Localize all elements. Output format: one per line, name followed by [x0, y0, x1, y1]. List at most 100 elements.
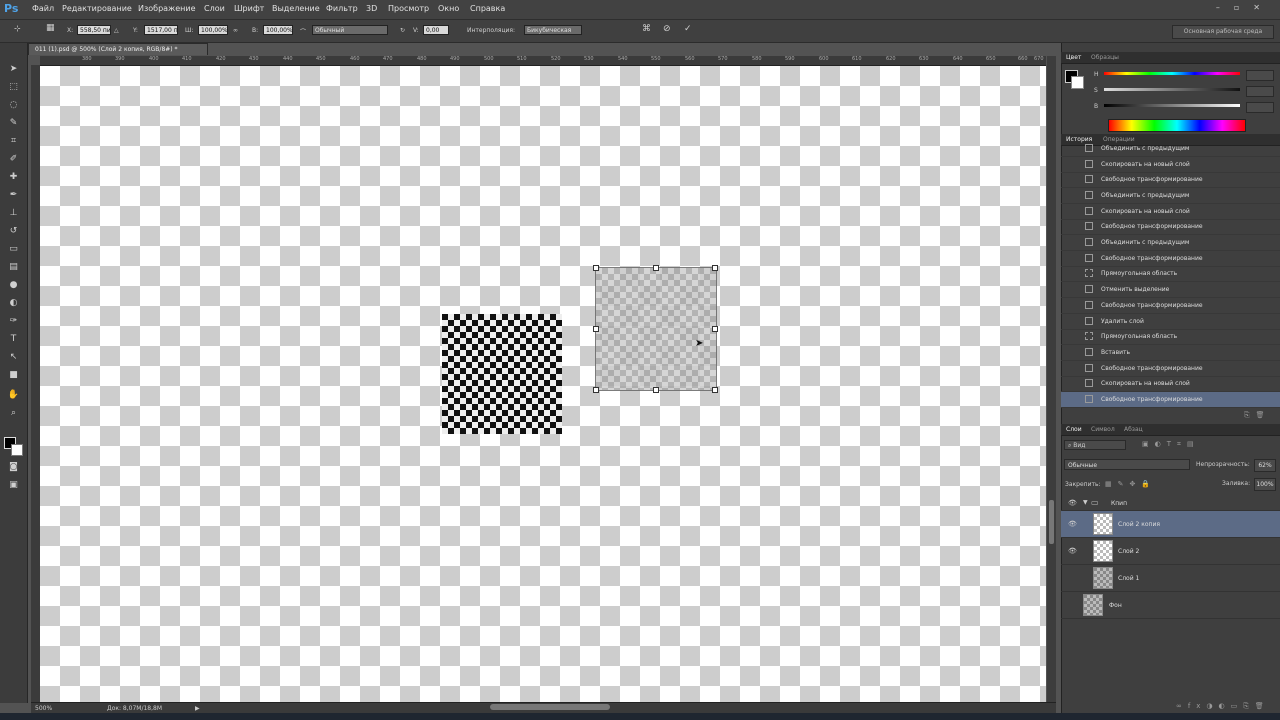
menu-image[interactable]: Изображение — [138, 4, 196, 13]
stamp-tool-icon[interactable]: ⊥ — [6, 207, 21, 220]
tab-swatches[interactable]: Образцы — [1091, 54, 1119, 61]
workspace-select[interactable]: Основная рабочая среда — [1172, 25, 1274, 39]
quick-select-tool-icon[interactable]: ✎ — [6, 117, 21, 130]
transform-handle[interactable] — [593, 387, 599, 393]
history-item[interactable]: Скопировать на новый слой — [1061, 376, 1280, 392]
warp-mode-select[interactable]: Обычный — [312, 25, 388, 35]
commit-transform-icon[interactable]: ✓ — [684, 24, 692, 34]
menu-help[interactable]: Справка — [470, 4, 505, 13]
brightness-value-field[interactable] — [1246, 102, 1274, 113]
eye-hidden-icon[interactable] — [1068, 574, 1076, 582]
history-brush-tool-icon[interactable]: ↺ — [6, 225, 21, 238]
h-input[interactable]: 100,00% — [263, 25, 293, 35]
opacity-input[interactable]: 62% — [1254, 459, 1276, 472]
transform-handle[interactable] — [593, 326, 599, 332]
history-item[interactable]: Свободное трансформирование — [1061, 172, 1280, 188]
transform-handle[interactable] — [712, 387, 718, 393]
pen-tool-icon[interactable]: ✑ — [6, 315, 21, 328]
interpolation-select[interactable]: Бикубическая — [524, 25, 582, 35]
status-arrow-icon[interactable]: ▶ — [195, 705, 200, 712]
layer-filter-icons[interactable]: ▣◐T⌗▤ — [1142, 440, 1200, 449]
menu-edit[interactable]: Редактирование — [62, 4, 132, 13]
transform-handle[interactable] — [712, 265, 718, 271]
reference-point-icon[interactable]: ▦ — [46, 23, 55, 33]
rotate-icon[interactable]: ↻ — [400, 27, 405, 34]
lasso-tool-icon[interactable]: ◌ — [6, 99, 21, 112]
tab-paragraph[interactable]: Абзац — [1124, 426, 1143, 433]
brightness-slider[interactable] — [1104, 104, 1240, 107]
menu-file[interactable]: Файл — [32, 4, 54, 13]
tab-layers[interactable]: Слои — [1066, 426, 1082, 433]
transform-handle[interactable] — [593, 265, 599, 271]
history-item[interactable]: Свободное трансформирование — [1061, 219, 1280, 235]
document-canvas[interactable]: ➤ — [40, 66, 1046, 702]
history-item[interactable]: Прямоугольная область — [1061, 266, 1280, 282]
lock-icons[interactable]: ▦✎✥🔒 — [1105, 480, 1156, 488]
history-item[interactable]: Объединить с предыдущим — [1061, 235, 1280, 251]
link-icon[interactable]: ∞ — [233, 27, 238, 34]
quick-mask-icon[interactable]: ◙ — [6, 461, 21, 474]
layer-row[interactable]: 👁 Слой 2 — [1061, 538, 1280, 565]
history-item[interactable]: Скопировать на новый слой — [1061, 204, 1280, 220]
eyedropper-tool-icon[interactable]: ✐ — [6, 153, 21, 166]
x-input[interactable]: 558,50 пи — [77, 25, 111, 35]
eye-icon[interactable]: 👁 — [1068, 499, 1077, 507]
menu-type[interactable]: Шрифт — [234, 4, 264, 13]
v-input[interactable]: 0,00 — [423, 25, 449, 35]
blur-tool-icon[interactable]: ● — [6, 279, 21, 292]
layer-row[interactable]: Фон — [1061, 592, 1280, 619]
transform-handle[interactable] — [653, 265, 659, 271]
document-tab[interactable]: 011 (1).psd @ 500% (Слой 2 копия, RGB/8#… — [28, 43, 208, 55]
tab-character[interactable]: Символ — [1091, 426, 1115, 433]
menu-layers[interactable]: Слои — [204, 4, 225, 13]
chevron-down-icon[interactable]: ▼ — [1083, 499, 1088, 506]
y-input[interactable]: 1517,00 п — [144, 25, 178, 35]
history-item[interactable]: Свободное трансформирование — [1061, 298, 1280, 314]
vertical-scrollbar[interactable] — [1047, 56, 1056, 702]
history-item[interactable]: Свободное трансформирование — [1061, 251, 1280, 267]
transform-handle[interactable] — [653, 387, 659, 393]
history-item[interactable]: Объединить с предыдущим — [1061, 188, 1280, 204]
window-controls[interactable]: –▫✕ — [1216, 3, 1274, 12]
background-color-swatch[interactable] — [11, 444, 23, 456]
path-select-tool-icon[interactable]: ↖ — [6, 351, 21, 364]
zoom-level[interactable]: 500% — [35, 705, 52, 712]
warp-icon[interactable]: ⌒ — [300, 27, 306, 36]
history-item[interactable]: Удалить слой — [1061, 314, 1280, 330]
transform-tool-icon[interactable]: ⊹ — [14, 24, 21, 33]
crop-tool-icon[interactable]: ⌗ — [6, 135, 21, 148]
eye-icon[interactable]: 👁 — [1068, 547, 1077, 555]
history-item[interactable]: Отменить выделение — [1061, 282, 1280, 298]
doc-info[interactable]: Док: 8,07M/18,8M — [107, 705, 162, 712]
warp-mode-icon[interactable]: ⌘ — [642, 24, 651, 34]
zoom-tool-icon[interactable]: ⌕ — [6, 407, 21, 420]
hand-tool-icon[interactable]: ✋ — [6, 389, 21, 402]
eye-hidden-icon[interactable] — [1068, 601, 1076, 609]
menu-filter[interactable]: Фильтр — [326, 4, 358, 13]
dodge-tool-icon[interactable]: ◐ — [6, 297, 21, 310]
fill-input[interactable]: 100% — [1254, 478, 1276, 491]
delta-icon[interactable]: △ — [114, 27, 119, 34]
layer-row[interactable]: Слой 1 — [1061, 565, 1280, 592]
hue-value-field[interactable] — [1246, 70, 1274, 81]
layer-row-selected[interactable]: 👁 Слой 2 копия — [1061, 511, 1280, 538]
history-item[interactable]: Скопировать на новый слой — [1061, 157, 1280, 173]
move-tool-icon[interactable]: ➤ — [6, 63, 21, 76]
layer-content-checker-light[interactable] — [595, 267, 717, 391]
saturation-slider[interactable] — [1104, 88, 1240, 91]
layers-footer-icons[interactable]: ∞fx◑◐▭⎘🗑 — [1176, 702, 1270, 711]
horizontal-scroll-thumb[interactable] — [490, 704, 610, 710]
layer-filter-select[interactable]: ⌕ Вид — [1064, 440, 1126, 450]
type-tool-icon[interactable]: T — [6, 333, 21, 346]
menu-select[interactable]: Выделение — [272, 4, 320, 13]
hue-slider[interactable] — [1104, 72, 1240, 75]
vertical-scroll-thumb[interactable] — [1049, 500, 1054, 544]
w-input[interactable]: 100,00% — [198, 25, 228, 35]
transform-handle[interactable] — [712, 326, 718, 332]
menu-3d[interactable]: 3D — [366, 4, 377, 13]
eye-icon[interactable]: 👁 — [1068, 520, 1077, 528]
history-item[interactable]: Вставить — [1061, 345, 1280, 361]
menu-window[interactable]: Окно — [438, 4, 459, 13]
eraser-tool-icon[interactable]: ▭ — [6, 243, 21, 256]
history-item[interactable]: Объединить с предыдущим — [1061, 141, 1280, 157]
